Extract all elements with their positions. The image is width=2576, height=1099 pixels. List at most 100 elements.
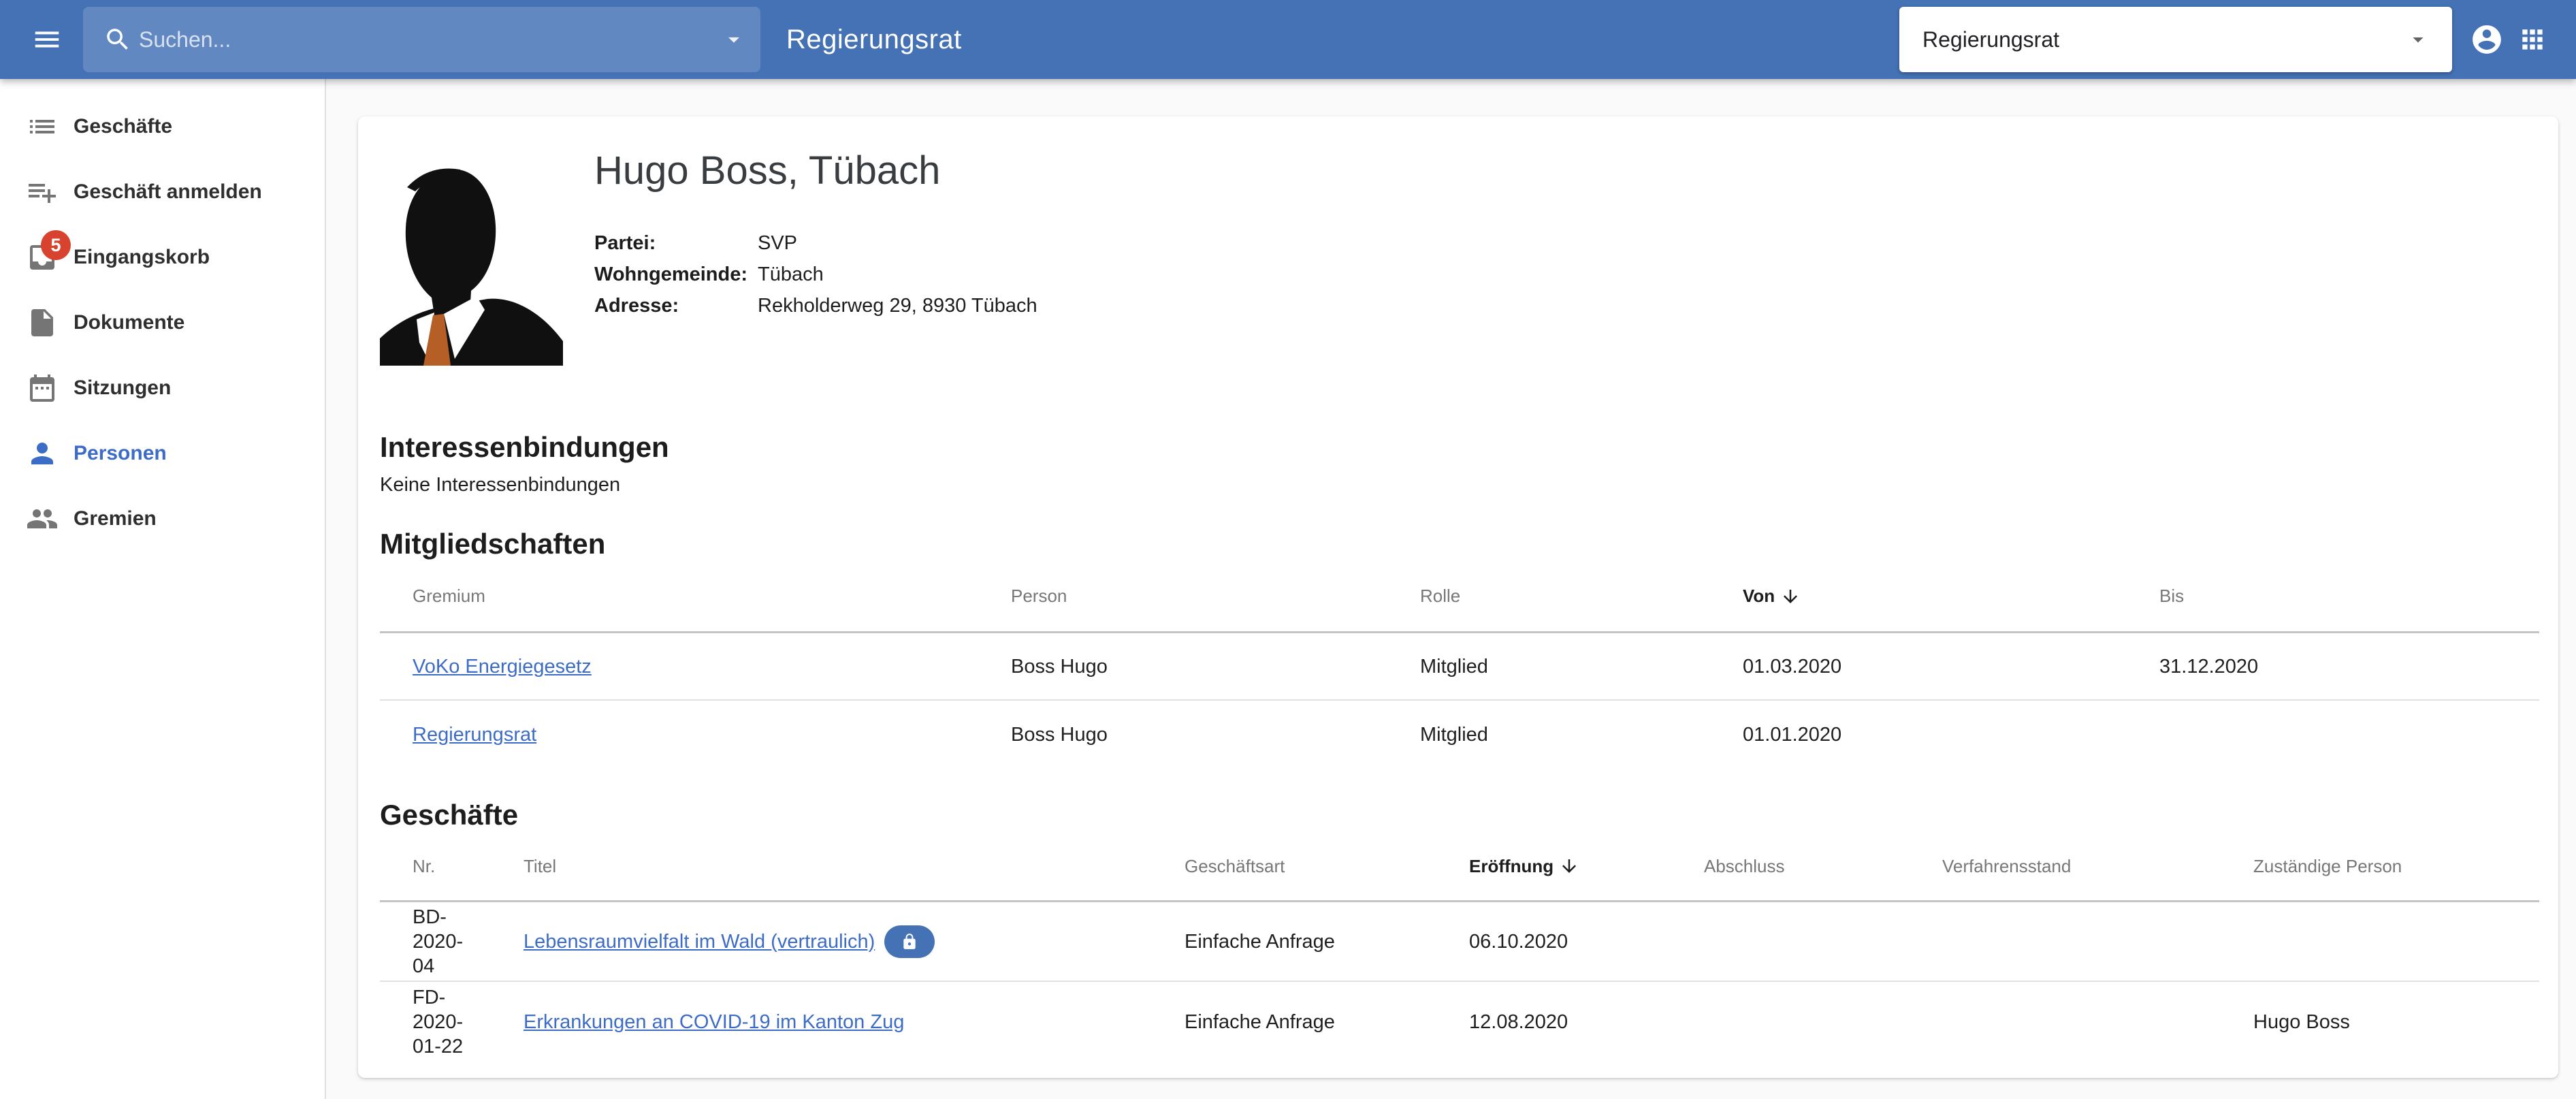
cell-titel: Erkrankungen an COVID-19 im Kanton Zug: [524, 1010, 1185, 1034]
mandate-select-value: Regierungsrat: [1922, 27, 2059, 52]
cell-rolle: Mitglied: [1420, 722, 1743, 747]
person-details: Partei: SVP Wohngemeinde: Tübach Adresse…: [594, 227, 1037, 321]
business-table: Nr. Titel Geschäftsart Eröffnung Abschlu…: [380, 832, 2539, 1062]
sidebar-item-label: Eingangskorb: [74, 246, 210, 269]
sidebar-item-label: Geschäfte: [74, 115, 172, 138]
detail-row-wohngemeinde: Wohngemeinde: Tübach: [594, 259, 1037, 290]
person-info: Hugo Boss, Tübach Partei: SVP Wohngemein…: [594, 152, 1037, 366]
page-title: Hugo Boss, Tübach: [594, 148, 1037, 193]
memberships-table-header: Gremium Person Rolle Von Bis: [380, 561, 2539, 633]
detail-label: Wohngemeinde:: [594, 259, 758, 290]
cell-person: Boss Hugo: [1011, 654, 1420, 679]
playlist-add-icon: [26, 176, 59, 208]
inbox-count-badge: 5: [41, 230, 71, 260]
column-header-abschluss[interactable]: Abschluss: [1704, 856, 1942, 877]
sidebar-item-sitzungen[interactable]: Sitzungen: [0, 355, 325, 421]
table-row: FD-2020-01-22 Erkrankungen an COVID-19 i…: [380, 982, 2539, 1062]
sidebar-item-label: Geschäft anmelden: [74, 180, 262, 204]
business-table-header: Nr. Titel Geschäftsart Eröffnung Abschlu…: [380, 832, 2539, 902]
person-header: Hugo Boss, Tübach Partei: SVP Wohngemein…: [380, 152, 2539, 366]
sidebar-item-gremien[interactable]: Gremien: [0, 486, 325, 552]
table-row: BD-2020-04 Lebensraumvielfalt im Wald (v…: [380, 902, 2539, 982]
cell-rolle: Mitglied: [1420, 654, 1743, 679]
detail-value: Tübach: [758, 259, 824, 290]
sort-desc-arrow-icon: [1780, 586, 1801, 607]
gremium-link[interactable]: Regierungsrat: [413, 722, 536, 747]
search-input[interactable]: [139, 27, 760, 52]
cell-bis: 31.12.2020: [2159, 654, 2539, 679]
column-header-eroeffnung-sorted[interactable]: Eröffnung: [1469, 856, 1704, 877]
cell-person: Boss Hugo: [1011, 722, 1420, 747]
column-header-zustaendige-person[interactable]: Zuständige Person: [2253, 856, 2539, 877]
sidebar-item-eingangskorb[interactable]: 5 Eingangskorb: [0, 225, 325, 290]
list-icon: [26, 110, 59, 143]
detail-row-adresse: Adresse: Rekholderweg 29, 8930 Tübach: [594, 290, 1037, 321]
cell-von: 01.03.2020: [1743, 654, 2159, 679]
column-header-rolle[interactable]: Rolle: [1420, 586, 1743, 607]
sidebar-item-dokumente[interactable]: Dokumente: [0, 290, 325, 355]
account-circle-icon[interactable]: [2470, 22, 2504, 57]
cell-eroeffnung: 06.10.2020: [1469, 929, 1704, 954]
cell-gremium: VoKo Energiegesetz: [413, 654, 1011, 679]
geschaeft-link[interactable]: Erkrankungen an COVID-19 im Kanton Zug: [524, 1010, 904, 1034]
sidebar-item-geschaefte[interactable]: Geschäfte: [0, 94, 325, 159]
detail-row-partei: Partei: SVP: [594, 227, 1037, 259]
sidebar-item-label: Personen: [74, 442, 167, 465]
inbox-icon: 5: [26, 241, 59, 274]
sort-desc-arrow-icon: [1559, 856, 1579, 876]
interests-heading: Interessenbindungen: [380, 430, 2539, 464]
cell-geschaeftsart: Einfache Anfrage: [1185, 929, 1469, 954]
app-bar: Regierungsrat Regierungsrat: [0, 0, 2576, 79]
person-photo: [380, 152, 563, 366]
column-header-nr[interactable]: Nr.: [413, 856, 524, 877]
cell-zustaendige-person: Hugo Boss: [2253, 1010, 2539, 1034]
app-title: Regierungsrat: [786, 25, 962, 55]
sidebar-nav: Geschäfte Geschäft anmelden 5 Eingangsko…: [0, 79, 326, 1099]
table-row: Regierungsrat Boss Hugo Mitglied 01.01.2…: [380, 701, 2539, 768]
main-content: Hugo Boss, Tübach Partei: SVP Wohngemein…: [326, 79, 2576, 1099]
search-scope-dropdown-icon[interactable]: [721, 27, 747, 52]
column-header-titel[interactable]: Titel: [524, 856, 1185, 877]
memberships-heading: Mitgliedschaften: [380, 527, 2539, 561]
sidebar-item-label: Dokumente: [74, 311, 184, 334]
detail-label: Adresse:: [594, 290, 758, 321]
person-detail-card: Hugo Boss, Tübach Partei: SVP Wohngemein…: [358, 116, 2558, 1078]
sidebar-item-geschaeft-anmelden[interactable]: Geschäft anmelden: [0, 159, 325, 225]
business-heading: Geschäfte: [380, 798, 2539, 832]
search-icon: [103, 25, 132, 54]
sidebar-item-label: Sitzungen: [74, 377, 171, 400]
sidebar-item-personen[interactable]: Personen: [0, 421, 325, 486]
lock-icon: [901, 933, 918, 951]
people-icon: [26, 503, 59, 535]
column-header-gremium[interactable]: Gremium: [413, 586, 1011, 607]
confidential-badge: [884, 925, 935, 958]
geschaeft-link[interactable]: Lebensraumvielfalt im Wald (vertraulich): [524, 929, 875, 954]
column-header-von-sorted[interactable]: Von: [1743, 586, 2159, 607]
column-header-bis[interactable]: Bis: [2159, 586, 2539, 607]
table-row: VoKo Energiegesetz Boss Hugo Mitglied 01…: [380, 633, 2539, 701]
cell-nr: FD-2020-01-22: [413, 985, 524, 1059]
sidebar-item-label: Gremien: [74, 507, 157, 530]
detail-value: Rekholderweg 29, 8930 Tübach: [758, 290, 1037, 321]
person-icon: [26, 437, 59, 470]
detail-label: Partei:: [594, 227, 758, 259]
cell-geschaeftsart: Einfache Anfrage: [1185, 1010, 1469, 1034]
cell-eroeffnung: 12.08.2020: [1469, 1010, 1704, 1034]
menu-icon[interactable]: [31, 24, 63, 55]
global-search[interactable]: [83, 7, 760, 72]
chevron-down-icon: [2406, 27, 2430, 52]
apps-grid-icon[interactable]: [2517, 25, 2547, 54]
cell-von: 01.01.2020: [1743, 722, 2159, 747]
column-header-verfahrensstand[interactable]: Verfahrensstand: [1942, 856, 2253, 877]
interests-empty-text: Keine Interessenbindungen: [380, 473, 2539, 497]
column-header-geschaeftsart[interactable]: Geschäftsart: [1185, 856, 1469, 877]
calendar-icon: [26, 372, 59, 404]
gremium-link[interactable]: VoKo Energiegesetz: [413, 654, 592, 679]
mandate-select[interactable]: Regierungsrat: [1899, 7, 2452, 72]
cell-gremium: Regierungsrat: [413, 722, 1011, 747]
cell-nr: BD-2020-04: [413, 905, 524, 978]
document-icon: [26, 306, 59, 339]
column-header-person[interactable]: Person: [1011, 586, 1420, 607]
memberships-table: Gremium Person Rolle Von Bis VoKo Energi…: [380, 561, 2539, 768]
cell-titel: Lebensraumvielfalt im Wald (vertraulich): [524, 925, 1185, 958]
